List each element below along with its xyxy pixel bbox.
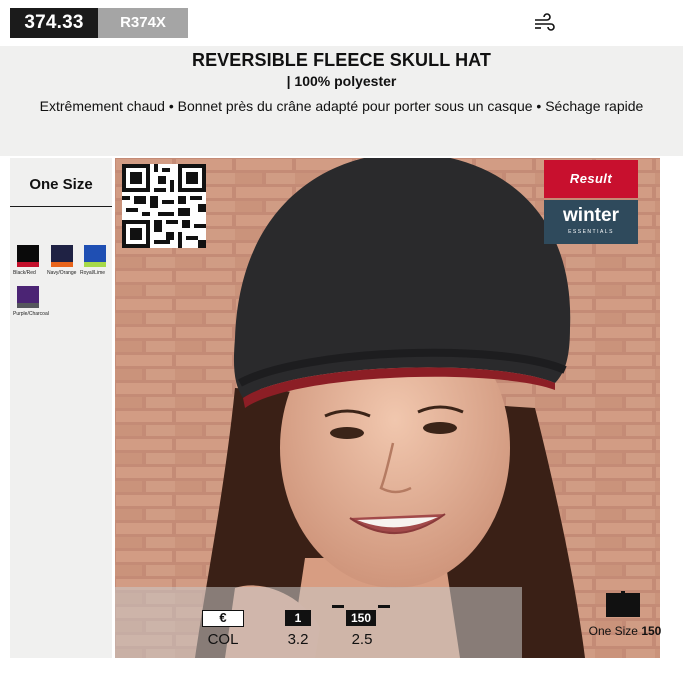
- sku-badge: R374X: [98, 8, 188, 38]
- swatch-band: [84, 262, 106, 267]
- packaging-size: One Size: [588, 624, 638, 638]
- swatch-royal-lime[interactable]: Royal/Lime: [80, 245, 106, 276]
- price-value-1: 3.2: [287, 631, 309, 648]
- divider: [10, 206, 112, 207]
- dash-right: [378, 605, 390, 608]
- swatch-label: Navy/Orange: [47, 270, 77, 276]
- col-label: COL: [207, 631, 239, 648]
- swatch-band: [17, 303, 39, 308]
- qr-code-icon: [122, 164, 206, 248]
- qr-code[interactable]: [122, 164, 206, 248]
- swatch-band: [51, 262, 73, 267]
- swatch-color: [51, 245, 73, 267]
- price-badge: 374.33: [10, 8, 98, 38]
- product-material: | 100% polyester: [286, 73, 397, 89]
- swatch-color: [17, 286, 39, 308]
- pricing-overlay: [115, 587, 522, 658]
- header-strip: 374.33 R374X: [0, 0, 683, 52]
- swatch-color: [84, 245, 106, 267]
- swatch-black-red[interactable]: Black/Red: [13, 245, 39, 276]
- wind-icon: [535, 13, 555, 31]
- swatch-band: [17, 262, 39, 267]
- winter-logo-text: winter: [563, 205, 619, 226]
- qty-box-1: 1: [285, 610, 311, 626]
- swatch-purple-charcoal[interactable]: Purple/Charcoal: [13, 286, 49, 317]
- product-features: Extrêmement chaud • Bonnet près du crâne…: [39, 98, 644, 114]
- size-label: One Size: [29, 176, 93, 193]
- winter-logo-subtext: ESSENTIALS: [568, 229, 614, 235]
- swatch-navy-orange[interactable]: Navy/Orange: [47, 245, 76, 276]
- swatch-color: [17, 245, 39, 267]
- packaging-qty: 150: [641, 624, 662, 638]
- packaging-info: One Size 150: [580, 624, 670, 638]
- swatch-label: Black/Red: [13, 270, 36, 276]
- swatch-label: Purple/Charcoal: [13, 311, 49, 317]
- dash-left: [332, 605, 344, 608]
- price-value-2: 2.5: [351, 631, 373, 648]
- carton-icon: [606, 591, 640, 617]
- size-color-panel: One Size Black/Red Navy/Orange Royal/Lim…: [10, 158, 112, 658]
- title-block: REVERSIBLE FLEECE SKULL HAT | 100% polye…: [0, 46, 683, 156]
- result-logo: Result: [544, 160, 638, 198]
- winter-essentials-logo: winter ESSENTIALS: [544, 200, 638, 244]
- currency-box: €: [202, 610, 244, 627]
- swatch-label: Royal/Lime: [80, 270, 106, 276]
- product-title: REVERSIBLE FLEECE SKULL HAT: [191, 50, 492, 70]
- qty-box-150: 150: [346, 610, 376, 626]
